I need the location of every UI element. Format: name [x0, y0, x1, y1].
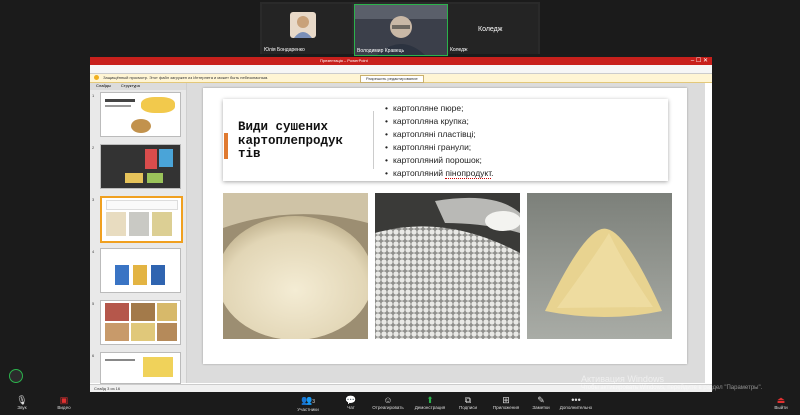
list-item: картопляні гранули; [385, 141, 494, 154]
list-item: картопляне пюре; [385, 102, 494, 115]
slide-number: 4 [92, 249, 95, 254]
notes-button[interactable]: ✎ Заметки [526, 395, 556, 410]
slide-number: 3 [92, 197, 95, 202]
slide-title[interactable]: Види сушених картоплепродук тів [238, 120, 376, 162]
slide-number: 2 [92, 145, 95, 150]
react-button[interactable]: ☺ Отреагировать [368, 395, 408, 410]
title-separator [373, 111, 374, 169]
leave-icon: ⏏ [776, 395, 786, 405]
window-title: Презентація – PowerPoint [320, 58, 368, 63]
slide-number: 1 [92, 93, 95, 98]
list-item: картопляний пінопродукт. [385, 167, 494, 180]
activation-watermark-subtext: Чтобы активировать Windows, перейдите в … [581, 385, 763, 391]
participant-tile-3[interactable]: Коледж Коледж [448, 4, 538, 54]
powerpoint-window: Презентація – PowerPoint – ☐ ✕ ФайлГлавн… [90, 57, 712, 393]
connection-status-icon[interactable] [9, 369, 23, 383]
slide-thumb-6[interactable] [100, 352, 181, 384]
mic-icon: 🎙 [16, 395, 28, 405]
apps-icon: ⊞ [502, 395, 510, 405]
leave-button[interactable]: ⏏ Выйти [768, 395, 794, 410]
window-controls-icon[interactable]: – ☐ ✕ [691, 57, 708, 64]
slide-thumb-1[interactable] [100, 92, 181, 137]
participant-tile-1[interactable]: Юлія Бондаренко [262, 4, 352, 54]
panel-tabs: Слайды Структура [90, 83, 186, 90]
captions-icon: ⧉ [464, 395, 472, 405]
participant-photo [290, 12, 316, 38]
potato-granules-image[interactable] [375, 193, 520, 339]
title-bar: Презентація – PowerPoint – ☐ ✕ [90, 57, 712, 65]
slide-thumb-2[interactable] [100, 144, 181, 189]
share-icon: ⬆ [426, 395, 434, 405]
slide-editor-area: Види сушених картоплепродук тів картопля… [187, 83, 705, 383]
slide-counter: Слайд 3 из 16 [94, 386, 121, 391]
participant-name: Коледж [450, 47, 468, 53]
security-warning-bar: Защищённый просмотр. Этот файл загружен … [90, 74, 712, 83]
tab-slides[interactable]: Слайды [96, 83, 111, 88]
slides-panel: Слайды Структура 1 2 3 4 5 6 [90, 83, 187, 384]
audio-button[interactable]: 🎙 Звук [8, 395, 36, 410]
react-icon: ☺ [383, 395, 393, 405]
slide-thumb-5[interactable] [100, 300, 181, 345]
participant-name-center: Коледж [478, 26, 503, 33]
video-off-icon: ▣ [59, 395, 69, 405]
list-item: картопляна крупка; [385, 115, 494, 128]
enable-editing-button[interactable]: Разрешить редактирование [360, 75, 424, 83]
slide-thumb-3[interactable] [100, 196, 183, 243]
more-icon: ••• [571, 395, 581, 405]
shield-icon [94, 75, 99, 81]
current-slide: Види сушених картоплепродук тів картопля… [203, 88, 687, 364]
more-button[interactable]: ••• Дополнительно [556, 395, 596, 410]
slide-header-box: Види сушених картоплепродук тів картопля… [223, 99, 668, 181]
meeting-toolbar: 🎙 Звук ▣ Видео 👥3 Участники 💬 Чат ☺ Отре… [0, 392, 800, 415]
participant-name: Юлія Бондаренко [264, 47, 305, 53]
slide-number: 6 [92, 353, 95, 358]
security-warning-text: Защищённый просмотр. Этот файл загружен … [103, 75, 269, 80]
video-button[interactable]: ▣ Видео [50, 395, 78, 410]
participants-button[interactable]: 👥3 Участники [290, 395, 326, 412]
title-accent-bar [224, 133, 228, 159]
share-button[interactable]: ⬆ Демонстрация [410, 395, 450, 410]
potato-powder-image[interactable] [527, 193, 672, 339]
apps-button[interactable]: ⊞ Приложения [488, 395, 524, 410]
chat-button[interactable]: 💬 Чат [340, 395, 362, 410]
participant-name: Володимир Кравець [357, 48, 405, 54]
potato-flakes-image[interactable] [223, 193, 368, 339]
captions-button[interactable]: ⧉ Подписи [452, 395, 484, 410]
participants-icon: 👥3 [301, 395, 315, 405]
activation-watermark: Активация Windows [581, 374, 664, 384]
list-item: картопляні пластівці; [385, 128, 494, 141]
chat-icon: 💬 [345, 395, 357, 405]
participants-strip: Юлія Бондаренко Володимир Кравець Коледж… [260, 2, 540, 56]
slide-number: 5 [92, 301, 95, 306]
participant-tile-2[interactable]: Володимир Кравець [354, 4, 448, 56]
tab-outline[interactable]: Структура [121, 83, 140, 88]
notes-icon: ✎ [537, 395, 545, 405]
product-list[interactable]: картопляне пюре; картопляна крупка; карт… [385, 102, 494, 180]
list-item: картопляний порошок; [385, 154, 494, 167]
slide-thumb-4[interactable] [100, 248, 181, 293]
ribbon-tabs: ФайлГлавнаяВставкаДизайнПереходыАнимация… [90, 65, 712, 79]
